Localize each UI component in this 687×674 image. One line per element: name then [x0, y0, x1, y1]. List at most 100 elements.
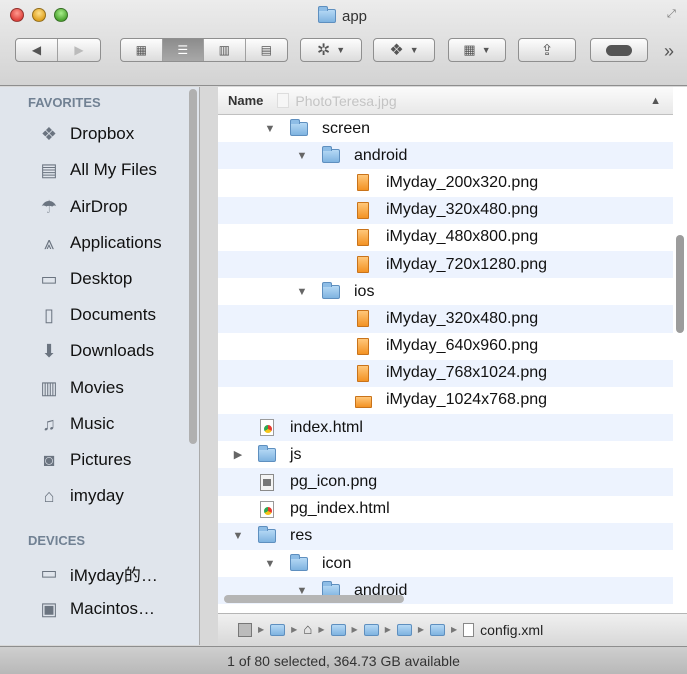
arrange-menu-button[interactable]: ▦ ▼ [448, 38, 506, 62]
sidebar-item-label: Music [70, 414, 115, 433]
list-item[interactable]: iMyday_640x960.png [218, 332, 673, 360]
list-item[interactable]: iMyday_480x800.png [218, 223, 673, 251]
folder-icon[interactable] [396, 623, 412, 636]
sidebar-item-label: Desktop [70, 269, 133, 288]
file-name: iMyday_320x480.png [386, 201, 539, 219]
vertical-scrollbar[interactable] [676, 235, 684, 333]
file-name: ios [354, 282, 375, 300]
chevron-left-icon: ◀ [31, 43, 42, 57]
file-name: iMyday_768x1024.png [386, 364, 548, 382]
column-view-button[interactable]: ▥ [204, 39, 246, 61]
list-icon: ☰ [177, 43, 189, 57]
list-item[interactable]: ▼ icon [218, 550, 673, 578]
back-button[interactable]: ◀ [16, 39, 59, 61]
documents-icon: ▯ [44, 305, 54, 325]
desktop-icon: ▭ [40, 269, 58, 289]
disclosure-open-icon[interactable]: ▼ [264, 558, 276, 570]
sidebar-item-dropbox[interactable]: ❖ Dropbox [38, 117, 134, 151]
folder-icon[interactable] [270, 623, 286, 636]
list-view-button[interactable]: ☰ [162, 39, 204, 61]
file-name: screen [322, 119, 371, 137]
chevron-down-icon: ▼ [409, 45, 419, 55]
sidebar-item-music[interactable]: ♫ Music [38, 407, 114, 441]
file-name: iMyday_200x320.png [386, 173, 539, 191]
sidebar-item-label: iMyday的… [70, 565, 158, 585]
image-file-icon [354, 310, 372, 328]
folder-icon [258, 526, 276, 545]
horizontal-scrollbar[interactable] [224, 595, 404, 603]
image-file-icon [354, 364, 372, 382]
sidebar-item-macintosh[interactable]: ▣ Macintos… [38, 592, 155, 626]
list-item[interactable]: pg_icon.png [218, 468, 673, 496]
minimize-window-button[interactable] [32, 8, 46, 22]
file-name: iMyday_1024x768.png [386, 391, 548, 409]
tags-button[interactable] [590, 38, 648, 62]
file-name: iMyday_480x800.png [386, 228, 539, 246]
disclosure-open-icon[interactable]: ▼ [296, 150, 308, 162]
sidebar-item-documents[interactable]: ▯ Documents [38, 298, 156, 332]
close-window-button[interactable] [10, 8, 24, 22]
list-item[interactable]: iMyday_720x1280.png [218, 250, 673, 279]
zoom-window-button[interactable] [54, 8, 68, 22]
share-button[interactable]: ⇪ [518, 38, 576, 62]
name-column-header[interactable]: Name PhotoTeresa.jpg ▲ [218, 87, 673, 115]
disclosure-open-icon[interactable]: ▼ [232, 530, 244, 542]
all-files-icon: ▤ [40, 160, 58, 180]
disk-icon[interactable] [238, 622, 252, 637]
sidebar-item-label: Documents [70, 305, 156, 324]
path-bar-file[interactable]: config.xml [480, 622, 543, 638]
image-file-icon [354, 337, 372, 355]
sidebar-item-downloads[interactable]: ⬇ Downloads [38, 334, 154, 368]
list-item[interactable]: ▼ screen [218, 115, 673, 143]
gear-icon: ✲ [316, 42, 331, 59]
toolbar-overflow-button[interactable]: » [664, 41, 674, 62]
list-item[interactable]: iMyday_200x320.png [218, 169, 673, 197]
list-item[interactable]: ▼ ios [218, 278, 673, 306]
list-item[interactable]: ▼ res [218, 522, 673, 550]
list-item[interactable]: iMyday_320x480.png [218, 196, 673, 224]
coverflow-view-button[interactable]: ▤ [246, 39, 287, 61]
sidebar-item-imyday[interactable]: ⌂ imyday [38, 479, 124, 513]
window-title-text: app [342, 7, 368, 25]
disclosure-open-icon[interactable]: ▼ [296, 286, 308, 298]
forward-button[interactable]: ▶ [58, 39, 100, 61]
sidebar-scrollbar[interactable] [189, 89, 197, 444]
html-file-icon [258, 419, 276, 437]
home-icon[interactable]: ⌂ [303, 621, 312, 638]
action-menu-button[interactable]: ✲ ▼ [300, 38, 362, 62]
sidebar-item-airdrop[interactable]: ☂ AirDrop [38, 190, 128, 224]
folder-icon[interactable] [430, 623, 445, 636]
sidebar-item-label: Applications [70, 233, 162, 252]
sidebar-item-pictures[interactable]: ◙ Pictures [38, 443, 132, 477]
sidebar-item-imyday-device[interactable]: ▭ iMyday的… [38, 556, 158, 590]
sidebar-item-label: All My Files [70, 160, 157, 179]
list-item[interactable]: iMyday_768x1024.png [218, 359, 673, 387]
list-item[interactable]: pg_index.html [218, 495, 673, 523]
chevron-right-icon: ▶ [258, 625, 265, 634]
sidebar-item-desktop[interactable]: ▭ Desktop [38, 262, 132, 296]
list-item[interactable]: ▼ android [218, 142, 673, 170]
view-mode-control: ▦ ☰ ▥ ▤ [120, 38, 288, 62]
toggle-icon [606, 44, 632, 56]
drag-ghost-label: PhotoTeresa.jpg [295, 92, 397, 109]
disclosure-closed-icon[interactable]: ▶ [232, 448, 244, 461]
movies-icon: ▥ [40, 378, 58, 398]
sidebar-item-movies[interactable]: ▥ Movies [38, 371, 123, 405]
list-item[interactable]: iMyday_1024x768.png [218, 386, 673, 415]
sidebar-item-applications[interactable]: ⩓ Applications [38, 226, 162, 260]
folder-icon [322, 145, 340, 165]
chevron-down-icon: ▼ [336, 45, 346, 55]
folder-icon[interactable] [330, 623, 346, 636]
folder-icon[interactable] [363, 623, 379, 636]
status-text: 1 of 80 selected, 364.73 GB available [227, 652, 460, 669]
list-item[interactable]: index.html [218, 414, 673, 442]
sidebar-item-all-my-files[interactable]: ▤ All My Files [38, 153, 157, 187]
dropbox-menu-button[interactable]: ❖ ▼ [373, 38, 435, 62]
grid-icon: ▦ [135, 43, 147, 57]
fullscreen-icon[interactable]: ⤢ [667, 8, 679, 20]
devices-header: DEVICES [28, 533, 86, 548]
list-item[interactable]: iMyday_320x480.png [218, 305, 673, 333]
list-item[interactable]: ▶ js [218, 441, 673, 469]
disclosure-open-icon[interactable]: ▼ [264, 123, 276, 135]
icon-view-button[interactable]: ▦ [121, 39, 163, 61]
